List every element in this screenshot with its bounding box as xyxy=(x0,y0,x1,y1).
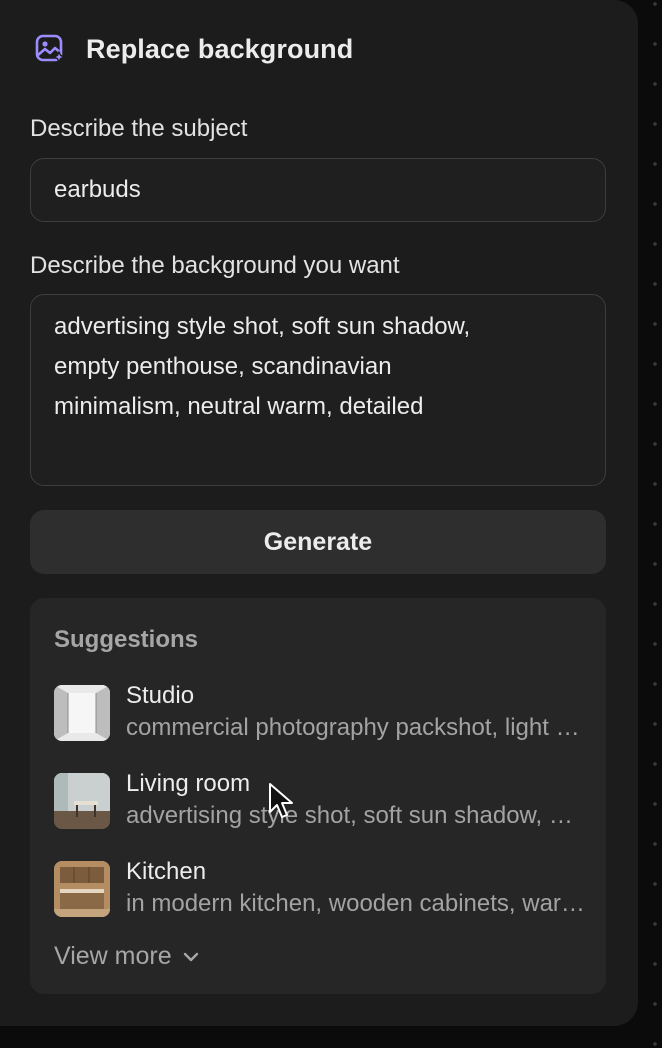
suggestion-description: commercial photography packshot, light s… xyxy=(126,714,586,741)
subject-label: Describe the subject xyxy=(30,115,248,142)
background-label: Describe the background you want xyxy=(30,252,400,279)
generate-button[interactable]: Generate xyxy=(30,510,606,574)
suggestions-card: Suggestions Studio commercial photograph… xyxy=(30,598,606,994)
suggestion-item-living-room[interactable]: Living room advertising style shot, soft… xyxy=(54,770,586,830)
studio-thumbnail xyxy=(54,685,110,741)
image-sparkle-icon xyxy=(34,33,66,65)
replace-background-panel: Replace background Describe the subject … xyxy=(0,0,638,1026)
background-textarea[interactable]: advertising style shot, soft sun shadow,… xyxy=(30,294,606,486)
kitchen-thumbnail xyxy=(54,861,110,917)
canvas-dot-grid xyxy=(648,0,662,1048)
suggestion-description: in modern kitchen, wooden cabinets, warm… xyxy=(126,890,586,917)
view-more-button[interactable]: View more xyxy=(54,942,202,971)
living-room-thumbnail xyxy=(54,773,110,829)
suggestion-name: Kitchen xyxy=(126,858,207,885)
suggestion-item-kitchen[interactable]: Kitchen in modern kitchen, wooden cabine… xyxy=(54,858,586,918)
panel-header: Replace background xyxy=(34,33,353,65)
suggestion-item-studio[interactable]: Studio commercial photography packshot, … xyxy=(54,682,586,742)
suggestion-name: Living room xyxy=(126,770,251,797)
mouse-pointer-icon xyxy=(268,782,296,827)
subject-input[interactable]: earbuds xyxy=(30,158,606,222)
view-more-label: View more xyxy=(54,942,172,970)
panel-title: Replace background xyxy=(86,33,354,64)
suggestions-title: Suggestions xyxy=(54,626,199,653)
suggestion-description: advertising style shot, soft sun shadow,… xyxy=(126,802,586,829)
chevron-down-icon xyxy=(180,946,202,968)
suggestion-name: Studio xyxy=(126,682,195,709)
